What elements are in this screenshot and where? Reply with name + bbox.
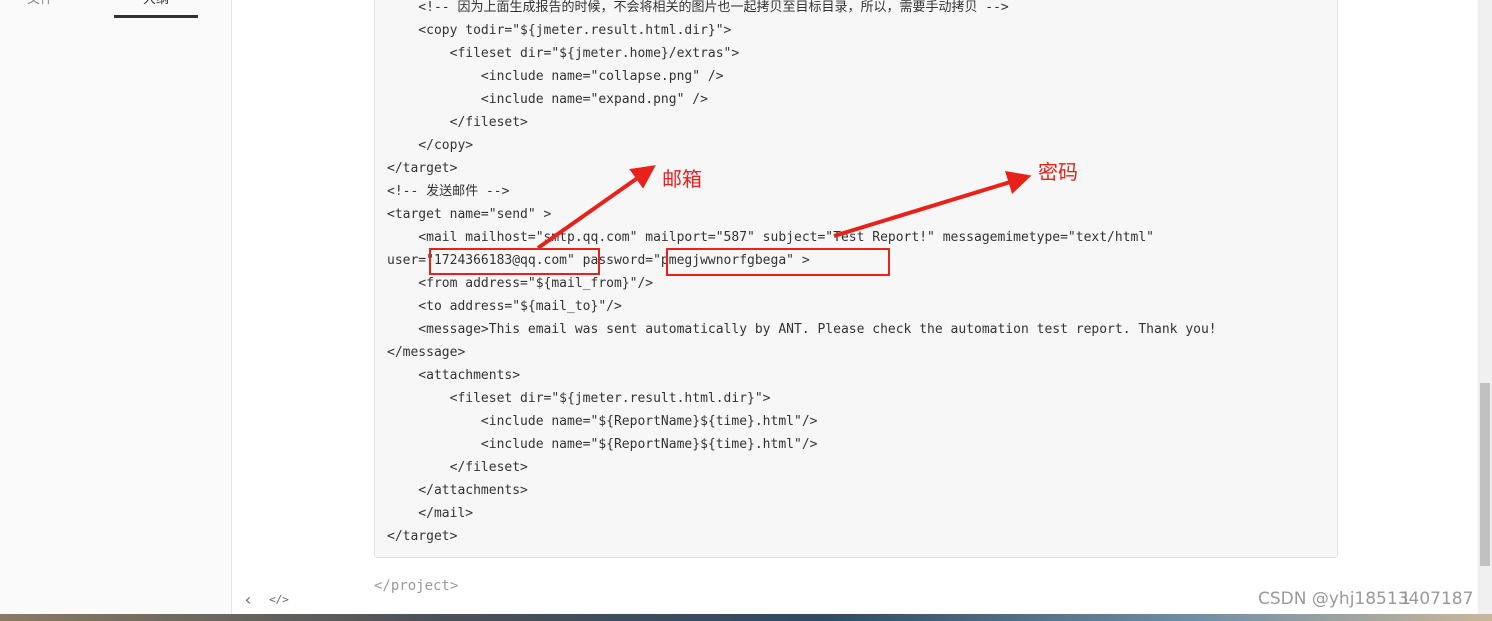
password-highlight-box (666, 248, 890, 276)
code-line: <!-- 发送邮件 --> (387, 184, 510, 199)
code-line: <include name="${ReportName}${time}.html… (387, 437, 818, 452)
code-line: </attachments> (387, 483, 528, 498)
email-annotation-label: 邮箱 (662, 167, 702, 191)
code-line: </fileset> (387, 115, 528, 130)
desktop-wallpaper-strip (0, 614, 1492, 621)
code-line: <copy todir="${jmeter.result.html.dir}"> (387, 23, 732, 38)
password-annotation-label: 密码 (1038, 160, 1078, 184)
code-line: <to address="${mail_to}"/> (387, 299, 622, 314)
code-line: </copy> (387, 138, 474, 153)
code-line: <attachments> (387, 368, 521, 383)
collapse-sidebar-icon[interactable]: ‹ (238, 588, 258, 612)
editor-bottom-bar: ‹ </> (233, 588, 353, 612)
source-code-mode-icon[interactable]: </> (269, 588, 289, 612)
sidebar-tab-outline[interactable]: 大纲 (114, 0, 198, 14)
code-line: <fileset dir="${jmeter.result.html.dir}"… (387, 391, 771, 406)
active-tab-indicator (114, 15, 198, 18)
csdn-watermark: CSDN @yhj18513407187 (1258, 589, 1474, 609)
scrollbar-thumb[interactable] (1480, 383, 1490, 566)
code-line: <include name="collapse.png" /> (387, 69, 724, 84)
code-line: <fileset dir="${jmeter.home}/extras"> (387, 46, 740, 61)
editor-area[interactable]: <!-- 因为上面生成报告的时候，不会将相关的图片也一起拷贝至目标目录，所以，需… (233, 0, 1478, 614)
code-line: <include name="${ReportName}${time}.html… (387, 414, 818, 429)
code-line: </fileset> (387, 460, 528, 475)
code-line: </target> (387, 529, 458, 544)
code-line: <message>This email was sent automatical… (387, 322, 1217, 337)
code-line: </message> (387, 345, 466, 360)
code-line: <from address="${mail_from}"/> (387, 276, 654, 291)
code-line: </mail> (387, 506, 474, 521)
code-line: <!-- 因为上面生成报告的时候，不会将相关的图片也一起拷贝至目标目录，所以，需… (387, 0, 1009, 15)
code-line: </target> (387, 161, 458, 176)
code-block[interactable]: <!-- 因为上面生成报告的时候，不会将相关的图片也一起拷贝至目标目录，所以，需… (374, 0, 1338, 558)
code-line: <target name="send" > (387, 207, 552, 222)
sidebar-tab-files[interactable]: 文件 (0, 0, 80, 14)
vertical-scrollbar[interactable] (1478, 0, 1492, 614)
sidebar: 文件 大纲 (0, 0, 232, 614)
code-line: <mail mailhost="smtp.qq.com" mailport="5… (387, 230, 1155, 245)
code-line: <include name="expand.png" /> (387, 92, 708, 107)
project-closing-tag: </project> (374, 578, 459, 594)
email-highlight-box (429, 248, 600, 275)
